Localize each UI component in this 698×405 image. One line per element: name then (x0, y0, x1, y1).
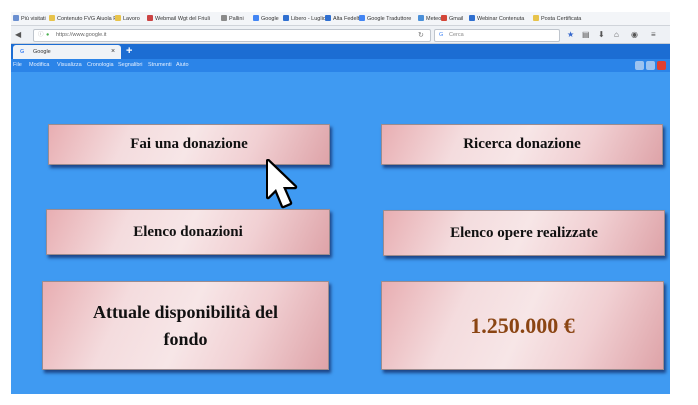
bookmark-label: Webmail Wgt del Friuli (155, 16, 210, 22)
bookmark-label: Più visitati (21, 16, 46, 22)
bookmark-label: Lavoro (123, 16, 140, 22)
menu-strumenti[interactable]: Strumenti (148, 59, 172, 72)
search-bar[interactable]: G Cerca (434, 29, 560, 42)
bookmark-item[interactable]: Più visitati (13, 15, 46, 22)
home-icon[interactable]: ⌂ (614, 26, 619, 43)
menu-cronologia[interactable]: Cronologia (87, 59, 114, 72)
menu-file[interactable]: File (13, 59, 22, 72)
bookmark-icon (221, 15, 227, 21)
menu-modifica[interactable]: Modifica (29, 59, 49, 72)
pocket-icon[interactable]: ◉ (631, 26, 638, 43)
library-icon[interactable]: ▤ (582, 26, 590, 43)
bookmark-icon (13, 15, 19, 21)
bookmark-label: Meteo (426, 16, 442, 22)
bookmark-icon (283, 15, 289, 21)
bookmark-label: Alta Fedeltà (333, 16, 363, 22)
bookmark-item[interactable]: Posta Certificata (533, 15, 581, 22)
bookmark-label: Google Traduttore (367, 16, 412, 22)
fund-availability-label: Attuale disponibilità del fondo (42, 281, 329, 370)
navigation-bar: ◀ ⓘ ● https://www.google.it ↻ G Cerca ★ … (11, 26, 670, 44)
bookmarks-bar: Più visitati Contenuto FVG Aiuola F... Lav… (11, 12, 670, 26)
tab-google[interactable]: G Google × (13, 45, 121, 59)
tab-title: Google (33, 49, 51, 55)
bookmark-item[interactable]: Lavoro (115, 15, 140, 22)
bookmark-item[interactable]: Google Traduttore (359, 15, 411, 22)
bookmark-item[interactable]: Google (253, 15, 279, 22)
bookmark-icon (418, 15, 424, 21)
minimize-icon[interactable] (635, 61, 644, 70)
bookmark-icon (253, 15, 259, 21)
bookmark-icon (49, 15, 55, 21)
reload-icon[interactable]: ↻ (418, 30, 424, 41)
menu-segnalibri[interactable]: Segnalibri (118, 59, 142, 72)
download-icon[interactable]: ⬇ (598, 26, 605, 43)
works-list-button[interactable]: Elenco opere realizzate (383, 210, 665, 256)
close-window-icon[interactable] (657, 61, 666, 70)
google-favicon-icon: G (20, 49, 25, 55)
application-window: Più visitati Contenuto FVG Aiuola F... Lav… (11, 12, 670, 394)
bookmark-item[interactable]: Gmail (441, 15, 463, 22)
bookmark-label: Posta Certificata (541, 16, 582, 22)
bookmark-icon (359, 15, 365, 21)
bookmark-label: Gmail (449, 16, 464, 22)
search-placeholder: Cerca (449, 32, 464, 38)
fund-amount-display: 1.250.000 € (381, 281, 664, 370)
url-text: https://www.google.it (56, 32, 107, 38)
bookmark-label: Contenuto FVG Aiuola F... (57, 16, 121, 22)
menu-bar: File Modifica Visualizza Cronologia Segn… (11, 59, 670, 72)
bookmark-icon (325, 15, 331, 21)
bookmark-label: Webinar Contenuta (477, 16, 525, 22)
bookmark-icon (469, 15, 475, 21)
bookmark-label: Google (261, 16, 279, 22)
mouse-pointer-icon (266, 159, 298, 209)
menu-icon[interactable]: ≡ (651, 26, 656, 43)
tab-strip: G Google × + (11, 44, 670, 59)
menu-aiuto[interactable]: Aiuto (176, 59, 189, 72)
url-bar[interactable]: ⓘ ● https://www.google.it ↻ (33, 29, 431, 42)
bookmark-icon (533, 15, 539, 21)
back-icon[interactable]: ◀ (15, 26, 21, 43)
bookmark-label: Libero - Luglio (291, 16, 326, 22)
bookmark-item[interactable]: Webinar Contenuta (469, 15, 524, 22)
bookmark-label: Pallini (229, 16, 244, 22)
maximize-icon[interactable] (646, 61, 655, 70)
search-donation-button[interactable]: Ricerca donazione (381, 124, 663, 165)
menu-visualizza[interactable]: Visualizza (57, 59, 82, 72)
bookmark-icon (147, 15, 153, 21)
shield-icon: ● (46, 32, 50, 38)
info-icon: ⓘ (38, 32, 44, 38)
new-tab-icon[interactable]: + (126, 44, 132, 59)
bookmark-star-icon[interactable]: ★ (567, 26, 574, 43)
bookmark-item[interactable]: Contenuto FVG Aiuola F... (49, 15, 121, 22)
bookmark-item[interactable]: Alta Fedeltà (325, 15, 362, 22)
bookmark-item[interactable]: Libero - Luglio (283, 15, 326, 22)
tab-close-icon[interactable]: × (111, 45, 115, 59)
bookmark-item[interactable]: Pallini (221, 15, 244, 22)
donations-list-button[interactable]: Elenco donazioni (46, 209, 330, 255)
bookmark-icon (115, 15, 121, 21)
bookmark-item[interactable]: Webmail Wgt del Friuli (147, 15, 210, 22)
bookmark-item[interactable]: Meteo (418, 15, 441, 22)
search-engine-icon: G (439, 32, 444, 38)
bookmark-icon (441, 15, 447, 21)
